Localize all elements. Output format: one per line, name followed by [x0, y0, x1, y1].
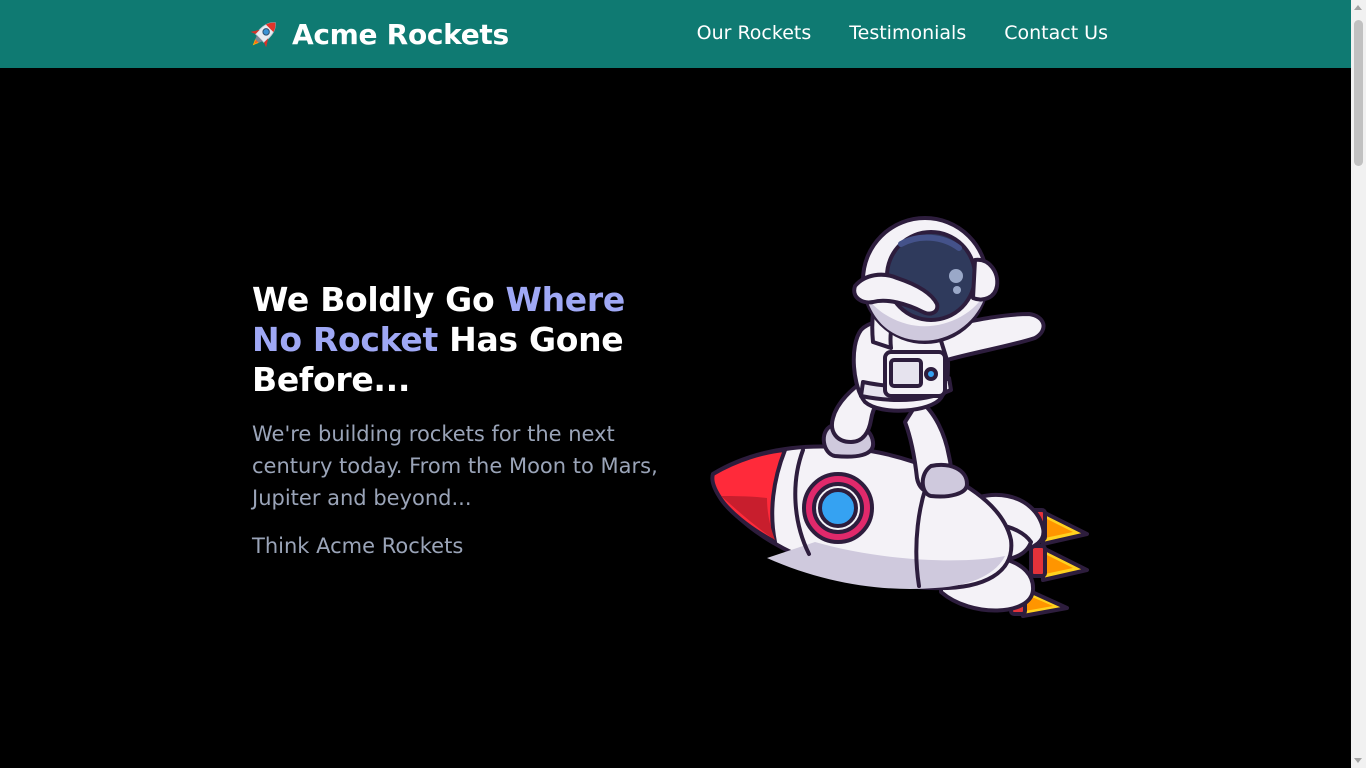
nav-link-contact-us[interactable]: Contact Us: [1004, 22, 1108, 44]
hero-tagline: Think Acme Rockets: [252, 534, 464, 558]
brand-name: Acme Rockets: [292, 17, 509, 51]
nav-link-testimonials[interactable]: Testimonials: [849, 22, 966, 44]
main-nav: Our Rockets Testimonials Contact Us: [697, 22, 1108, 44]
astronaut-on-rocket-illustration: [710, 216, 1089, 618]
scroll-down-icon[interactable]: [1354, 758, 1362, 763]
scrollbar-thumb[interactable]: [1354, 20, 1363, 166]
brand-link[interactable]: Acme Rockets: [246, 16, 509, 52]
hero-section: We Boldly Go Where No Rocket Has Gone Be…: [252, 280, 682, 562]
hero-title-part1: We Boldly Go: [252, 280, 506, 319]
nav-item-our-rockets: Our Rockets: [697, 22, 812, 44]
nav-link-our-rockets[interactable]: Our Rockets: [697, 22, 812, 44]
site-header: Acme Rockets Our Rockets Testimonials Co…: [0, 0, 1351, 68]
hero-description: We're building rockets for the next cent…: [252, 422, 658, 510]
rocket-icon: [250, 22, 276, 48]
scroll-up-icon[interactable]: [1354, 5, 1362, 10]
nav-item-contact-us: Contact Us: [1004, 22, 1108, 44]
nav-item-testimonials: Testimonials: [849, 22, 966, 44]
hero-title: We Boldly Go Where No Rocket Has Gone Be…: [252, 280, 682, 400]
page-scrollbar[interactable]: [1351, 0, 1366, 768]
